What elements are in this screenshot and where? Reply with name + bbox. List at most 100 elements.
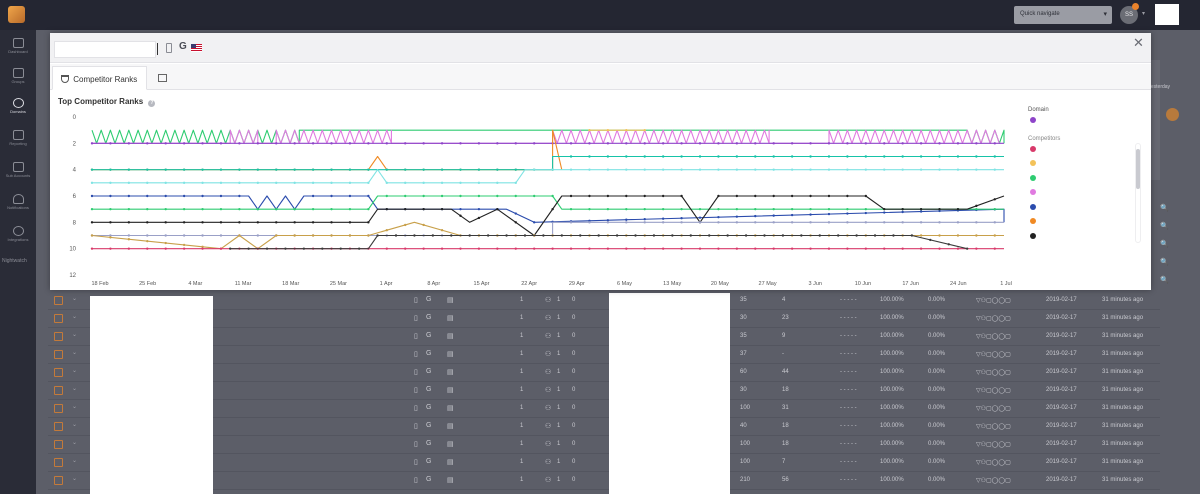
expand-icon[interactable]: ⌄ <box>72 349 77 356</box>
table-row[interactable]: ⌄ ▯ G ▤ 1 ⚇ 1 0 100 7 - - - - - 100.00% 0.00% ▽⚇▢◯◯▢ 2… <box>48 454 1160 472</box>
expand-icon[interactable]: ⌄ <box>72 475 77 482</box>
settings-button[interactable] <box>1166 108 1179 121</box>
percent-cell: 0.00% <box>928 369 946 375</box>
table-row[interactable]: ⌄ ▯ G ▤ 1 ⚇ 1 0 35 9 - - - - - 100.00% 0.00% ▽⚇▢◯◯▢ 20… <box>48 328 1160 346</box>
search-icon[interactable]: 🔍 <box>1160 240 1169 248</box>
legend-item-competitor[interactable] <box>1028 185 1138 200</box>
legend-item-competitor[interactable] <box>1028 171 1138 186</box>
expand-icon[interactable]: ⌄ <box>72 457 77 464</box>
help-icon[interactable]: ? <box>148 100 156 107</box>
expand-icon[interactable]: ⌄ <box>72 331 77 338</box>
legend-item-competitor[interactable] <box>1028 156 1138 171</box>
legend-scrollbar-thumb[interactable] <box>1136 149 1140 189</box>
row-checkbox[interactable] <box>54 476 63 485</box>
expand-icon[interactable]: ⌄ <box>72 385 77 392</box>
volume-cell: 30 <box>740 315 747 321</box>
series-point-6 <box>422 181 425 185</box>
search-icon[interactable]: 🔍 <box>1160 258 1169 266</box>
legend-item-competitor[interactable] <box>1028 214 1138 229</box>
series-point-6 <box>993 168 996 171</box>
quick-navigate-select[interactable]: Quick navigate ▾ <box>1014 6 1112 24</box>
x-tick-label: 10 Jun <box>855 281 872 287</box>
close-icon[interactable]: ✕ <box>1133 35 1144 51</box>
action-icons[interactable]: ▽⚇▢◯◯▢ <box>976 369 1011 376</box>
action-icons[interactable]: ▽⚇▢◯◯▢ <box>976 459 1011 466</box>
domain-name-field[interactable] <box>54 41 156 58</box>
series-point-8 <box>477 194 481 198</box>
table-row[interactable]: ⌄ ▯ G ▤ 1 ⚇ 1 0 60 44 - - - - - 100.00% 0.00% ▽⚇▢◯◯▢ 2… <box>48 364 1160 382</box>
caret-down-icon[interactable]: ▾ <box>1142 10 1145 17</box>
table-row[interactable]: ⌄ ▯ G ▤ 1 ⚇ 1 0 30 23 - - - - - 100.00% 0.00% ▽⚇▢◯◯▢ 2… <box>48 310 1160 328</box>
updated-cell: 31 minutes ago <box>1102 423 1144 429</box>
sidebar-item-reporting[interactable]: Reporting <box>0 130 36 158</box>
action-icons[interactable]: ▽⚇▢◯◯▢ <box>976 297 1011 304</box>
table-row[interactable]: ⌄ ▯ G ▤ 1 ⚇ 1 0 40 18 - - - - - 100.00% 0.00% ▽⚇▢◯◯▢ 2… <box>48 418 1160 436</box>
row-checkbox[interactable] <box>54 404 63 413</box>
action-icons[interactable]: ▽⚇▢◯◯▢ <box>976 315 1011 322</box>
action-icons[interactable]: ▽⚇▢◯◯▢ <box>976 441 1011 448</box>
series-point-11 <box>993 234 996 237</box>
row-checkbox[interactable] <box>54 386 63 395</box>
sidebar-item-notifications[interactable]: Notifications <box>0 194 36 222</box>
series-point-11 <box>348 234 352 237</box>
legend-item-competitor[interactable] <box>1028 200 1138 215</box>
expand-icon[interactable]: ⌄ <box>72 367 77 374</box>
legend-item-domain[interactable] <box>1028 113 1138 128</box>
series-point-6 <box>735 168 739 171</box>
sidebar-item-domains[interactable]: Domains <box>0 98 36 126</box>
table-row[interactable]: ⌄ ▯ G ▤ 1 ⚇ 1 0 37 - - - - - - 100.00% 0.00% ▽⚇▢◯◯▢ 20… <box>48 346 1160 364</box>
action-icons[interactable]: ▽⚇▢◯◯▢ <box>976 333 1011 340</box>
period-select[interactable]: Yesterday <box>1148 84 1170 90</box>
action-icons[interactable]: ▽⚇▢◯◯▢ <box>976 423 1011 430</box>
tab-table-view[interactable] <box>150 66 174 90</box>
google-icon: G <box>426 386 432 393</box>
volume-cell: 210 <box>740 477 751 483</box>
search-icon[interactable]: 🔍 <box>1160 276 1169 284</box>
action-icons[interactable]: ▽⚇▢◯◯▢ <box>976 477 1011 484</box>
value-cell: 18 <box>782 423 789 429</box>
app-logo[interactable] <box>8 6 25 23</box>
legend-item-competitor[interactable] <box>1028 142 1138 157</box>
expand-icon[interactable]: ⌄ <box>72 439 77 446</box>
change-cell: 0 <box>572 423 576 429</box>
row-checkbox[interactable] <box>54 368 63 377</box>
tab-competitor-ranks[interactable]: Competitor Ranks <box>52 66 147 90</box>
y-tick-label: 10 <box>69 247 76 253</box>
table-row[interactable]: ⌄ ▯ G ▤ 1 ⚇ 1 0 35 4 - - - - - 100.00% 0.00% ▽⚇▢◯◯▢ 20… <box>48 292 1160 310</box>
search-icon[interactable]: 🔍 <box>1160 222 1169 230</box>
row-checkbox[interactable] <box>54 440 63 449</box>
expand-icon[interactable]: ⌄ <box>72 313 77 320</box>
table-row[interactable]: ⌄ ▯ G ▤ 1 ⚇ 1 0 100 18 - - - - - 100.00% 0.00% ▽⚇▢◯◯▢… <box>48 436 1160 454</box>
expand-icon[interactable]: ⌄ <box>72 295 77 302</box>
table-row[interactable]: ⌄ ▯ G ▤ 1 ⚇ 1 0 100 31 - - - - - 100.00% 0.00% ▽⚇▢◯◯▢… <box>48 400 1160 418</box>
row-checkbox[interactable] <box>54 314 63 323</box>
action-icons[interactable]: ▽⚇▢◯◯▢ <box>976 405 1011 412</box>
sidebar-item-groups[interactable]: Groups <box>0 68 36 96</box>
row-checkbox[interactable] <box>54 422 63 431</box>
row-checkbox[interactable] <box>54 350 63 359</box>
flag-icon: ▤ <box>447 297 454 304</box>
row-checkbox[interactable] <box>54 458 63 467</box>
series-point-2 <box>717 142 720 145</box>
expand-icon[interactable]: ⌄ <box>72 421 77 428</box>
sidebar-item-dashboard[interactable]: Dashboard <box>0 38 36 66</box>
series-point-6 <box>182 181 186 185</box>
sidebar-item-integrations[interactable]: Integrations <box>0 226 36 254</box>
sidebar-item-sub-accounts[interactable]: Sub Accounts <box>0 162 36 190</box>
series-point-12 <box>625 247 628 250</box>
expand-icon[interactable]: ⌄ <box>72 403 77 410</box>
series-point-10 <box>698 221 702 224</box>
row-checkbox[interactable] <box>54 296 63 305</box>
series-point-8 <box>790 207 794 211</box>
row-checkbox[interactable] <box>54 332 63 341</box>
legend-item-competitor[interactable] <box>1028 229 1138 244</box>
action-icons[interactable]: ▽⚇▢◯◯▢ <box>976 387 1011 394</box>
series-point-8 <box>569 207 573 211</box>
series-point-12 <box>404 247 407 250</box>
action-icons[interactable]: ▽⚇▢◯◯▢ <box>976 351 1011 358</box>
series-point-5 <box>127 168 131 171</box>
search-icon[interactable]: 🔍 <box>1160 204 1169 212</box>
table-row[interactable]: ⌄ ▯ G ▤ 1 ⚇ 1 0 210 56 - - - - - 100.00% 0.00% ▽⚇▢◯◯▢… <box>48 472 1160 490</box>
table-row[interactable]: ⌄ ▯ G ▤ 1 ⚇ 1 0 30 18 - - - - - 100.00% 0.00% ▽⚇▢◯◯▢ 2… <box>48 382 1160 400</box>
series-point-9 <box>275 221 278 224</box>
